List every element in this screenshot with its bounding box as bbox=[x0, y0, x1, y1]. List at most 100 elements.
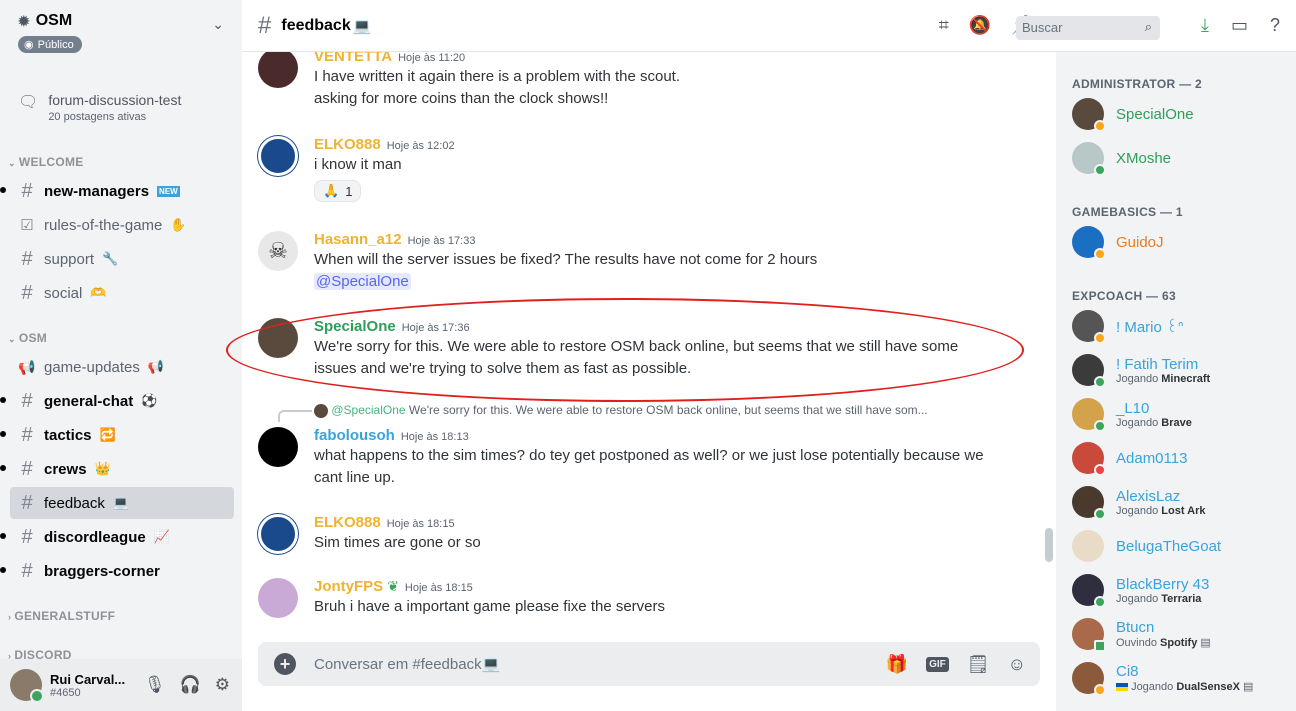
member-name: GuidoJ bbox=[1116, 233, 1164, 251]
category-generalstuff[interactable]: › GENERALSTUFF bbox=[8, 609, 115, 623]
user-panel: Rui Carval... #4650 🎙 🎧 ⚙ bbox=[0, 659, 242, 711]
member-activity: Jogando Terraria bbox=[1116, 592, 1202, 605]
forum-subtitle: 20 postagens ativas bbox=[48, 111, 147, 123]
member-item[interactable]: BelugaTheGoat bbox=[1072, 530, 1292, 562]
member-item[interactable]: _L10 Jogando Brave bbox=[1072, 398, 1292, 432]
channel-support[interactable]: # support 🔧 bbox=[10, 243, 234, 275]
scrollbar-thumb[interactable] bbox=[1045, 528, 1053, 562]
server-header[interactable]: ✹ OSM ⌄ ◉ Público bbox=[0, 0, 242, 53]
server-name: ✹ OSM bbox=[18, 12, 73, 29]
member-item[interactable]: Adam0113 bbox=[1072, 442, 1292, 476]
message-author[interactable]: JontyFPS bbox=[314, 578, 383, 595]
avatar bbox=[1072, 226, 1106, 260]
message-author[interactable]: VENTETTA bbox=[314, 52, 392, 65]
hash-icon: # bbox=[258, 11, 272, 39]
chevron-down-icon[interactable]: ⌄ bbox=[212, 16, 224, 33]
member-item[interactable]: SpecialOne bbox=[1072, 98, 1292, 132]
channel-tactics[interactable]: # tactics 🔁 bbox=[0, 419, 234, 451]
message-text: Sim times are gone or so bbox=[314, 534, 481, 551]
crown-icon: 👑 bbox=[94, 461, 111, 476]
add-attachment-button[interactable]: + bbox=[274, 653, 296, 675]
avatar[interactable] bbox=[10, 669, 44, 703]
gift-icon[interactable]: 🎁 bbox=[886, 654, 908, 675]
chevron-right-icon: › bbox=[8, 612, 12, 622]
channel-new-managers[interactable]: # new-managers NEW bbox=[0, 175, 234, 207]
sticker-icon[interactable]: 🗒 bbox=[967, 654, 990, 675]
category-osm[interactable]: ⌄ OSM bbox=[8, 331, 47, 345]
chevron-icon: ⌄ bbox=[8, 158, 16, 168]
gear-icon[interactable]: ⚙ bbox=[215, 675, 230, 695]
channel-general-chat[interactable]: # general-chat ⚽ bbox=[0, 385, 234, 417]
status-dnd-icon bbox=[1094, 464, 1106, 476]
avatar[interactable] bbox=[258, 578, 298, 618]
headphones-icon[interactable]: 🎧 bbox=[180, 675, 201, 695]
repeat-icon: 🔁 bbox=[99, 427, 116, 442]
channel-discordleague[interactable]: # discordleague 📈 bbox=[0, 521, 234, 553]
avatar[interactable]: ☠ bbox=[258, 231, 298, 271]
avatar[interactable] bbox=[258, 514, 298, 554]
unread-indicator bbox=[0, 187, 6, 193]
emoji-icon[interactable]: ☺ bbox=[1008, 654, 1026, 675]
inbox-icon[interactable]: ▭ bbox=[1231, 15, 1248, 36]
download-icon[interactable]: ⤓ bbox=[1201, 15, 1209, 36]
channel-braggers-corner[interactable]: # braggers-corner bbox=[0, 555, 234, 587]
channel-social[interactable]: # social 🫶 bbox=[10, 277, 234, 309]
member-name: BlackBerry 43 bbox=[1116, 575, 1210, 593]
member-name: ! Mario ꒰ᐢ bbox=[1116, 319, 1184, 336]
channel-rules-of-the-game[interactable]: ☑ rules-of-the-game ✋ bbox=[10, 209, 234, 241]
avatar[interactable] bbox=[258, 427, 298, 467]
new-icon: NEW bbox=[157, 185, 180, 197]
search-input[interactable]: Buscar ⌕ bbox=[1016, 16, 1160, 40]
message: VENTETTA Hoje às 11:20 I have written it … bbox=[258, 52, 1038, 110]
forum-icon: 🗨 bbox=[18, 94, 39, 111]
message-text: Bruh i have a important game please fixe… bbox=[314, 598, 666, 615]
reply-preview[interactable]: @SpecialOne We're sorry for this. We wer… bbox=[314, 403, 928, 418]
channel-feedback[interactable]: # feedback 💻 bbox=[10, 487, 234, 519]
member-item[interactable]: ! Mario ꒰ᐢ bbox=[1072, 310, 1292, 344]
member-item[interactable]: ! Fatih Terim Jogando Minecraft bbox=[1072, 354, 1292, 388]
message-author[interactable]: fabolousoh bbox=[314, 427, 395, 444]
gear-icon: ✹ bbox=[18, 12, 30, 29]
threads-icon[interactable]: ⌗ bbox=[939, 15, 949, 36]
avatar bbox=[314, 403, 328, 418]
bell-muted-icon[interactable]: 🔕 bbox=[969, 15, 991, 36]
member-item[interactable]: AlexisLaz Jogando Lost Ark bbox=[1072, 486, 1292, 520]
unread-indicator bbox=[0, 465, 6, 471]
member-name: ! Fatih Terim bbox=[1116, 355, 1199, 373]
message-author[interactable]: ELKO888 bbox=[314, 136, 381, 153]
member-item[interactable]: GuidoJ bbox=[1072, 226, 1292, 260]
category-welcome[interactable]: ⌄ WELCOME bbox=[8, 155, 84, 169]
message: ELKO888 Hoje às 12:02 i know it man 🙏 1 bbox=[258, 136, 1038, 202]
microphone-icon[interactable]: 🎙 bbox=[144, 675, 166, 695]
public-badge: ◉ Público bbox=[18, 36, 82, 53]
hash-icon: # bbox=[21, 389, 33, 412]
message-composer[interactable]: + Conversar em #feedback💻 🎁 GIF 🗒 ☺ bbox=[258, 642, 1040, 686]
channel-game-updates[interactable]: 📢 game-updates 📢 bbox=[10, 351, 234, 383]
username: Rui Carval... bbox=[50, 671, 126, 687]
hash-icon: # bbox=[21, 179, 33, 202]
member-item[interactable]: XMoshe bbox=[1072, 142, 1292, 176]
avatar[interactable] bbox=[258, 136, 298, 176]
channel-crews[interactable]: # crews 👑 bbox=[0, 453, 234, 485]
message-author[interactable]: Hasann_a12 bbox=[314, 231, 402, 248]
status-online-icon bbox=[1094, 596, 1106, 608]
message-author[interactable]: ELKO888 bbox=[314, 514, 381, 531]
unread-indicator bbox=[0, 431, 6, 437]
message-text: i know it man bbox=[314, 156, 402, 173]
message-timestamp: Hoje às 11:20 bbox=[398, 52, 466, 64]
reaction-button[interactable]: 🙏 1 bbox=[314, 180, 362, 202]
help-icon[interactable]: ? bbox=[1270, 15, 1280, 36]
forum-channel[interactable]: 🗨 forum-discussion-test 20 postagens ati… bbox=[18, 92, 181, 123]
member-item[interactable]: Btucn Ouvindo Spotify ▤ bbox=[1072, 618, 1292, 652]
avatar[interactable] bbox=[258, 52, 298, 88]
wrench-icon: 🔧 bbox=[102, 251, 119, 266]
member-item[interactable]: Ci8 Jogando DualSenseX ▤ bbox=[1072, 662, 1292, 696]
avatar bbox=[1072, 398, 1106, 432]
member-activity: Jogando Minecraft bbox=[1116, 372, 1211, 385]
avatar bbox=[1072, 142, 1106, 176]
member-item[interactable]: BlackBerry 43 Jogando Terraria bbox=[1072, 574, 1292, 608]
hash-icon: # bbox=[21, 491, 33, 514]
gif-icon[interactable]: GIF bbox=[926, 656, 949, 672]
user-mention[interactable]: @SpecialOne bbox=[314, 273, 411, 290]
avatar bbox=[1072, 618, 1106, 652]
